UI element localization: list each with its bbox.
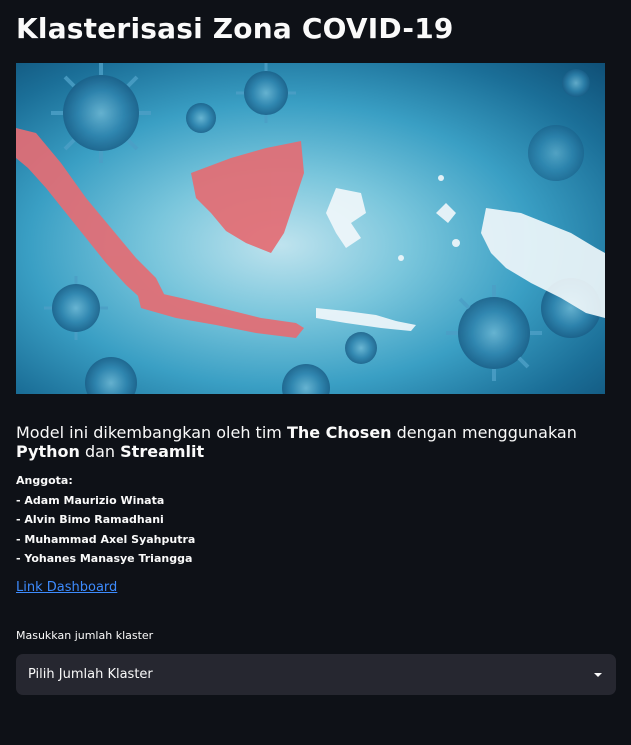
page-title: Klasterisasi Zona COVID-19 xyxy=(16,12,454,45)
cluster-count-select[interactable]: Pilih Jumlah Klaster xyxy=(16,654,616,695)
dashboard-link[interactable]: Link Dashboard xyxy=(16,580,117,595)
member-item: - Adam Maurizio Winata xyxy=(16,493,165,507)
member-item: - Muhammad Axel Syahputra xyxy=(16,532,196,546)
member-item: - Yohanes Manasye Triangga xyxy=(16,552,193,565)
intro-part1: Model ini dikembangkan oleh tim xyxy=(16,423,287,442)
member-item: - Alvin Bimo Ramadhani xyxy=(16,513,164,526)
indonesia-map-illustration xyxy=(16,63,605,394)
tool-streamlit: Streamlit xyxy=(120,442,205,461)
members-heading: Anggota: xyxy=(16,474,73,487)
team-name: The Chosen xyxy=(286,423,392,442)
intro-part3: dan xyxy=(79,442,121,461)
members-section: Anggota: - Adam Maurizio Winata - Alvin … xyxy=(16,471,195,569)
page: Klasterisasi Zona COVID-19 Model ini dik… xyxy=(0,0,631,745)
chevron-down-icon xyxy=(594,672,602,677)
banner-image xyxy=(16,63,605,394)
intro-part2: dengan menggunakan xyxy=(391,423,577,442)
cluster-select-label: Masukkan jumlah klaster xyxy=(16,629,154,642)
cluster-select-value: Pilih Jumlah Klaster xyxy=(28,667,153,682)
intro-text: Model ini dikembangkan oleh tim The Chos… xyxy=(16,423,616,461)
tool-python: Python xyxy=(16,442,80,461)
